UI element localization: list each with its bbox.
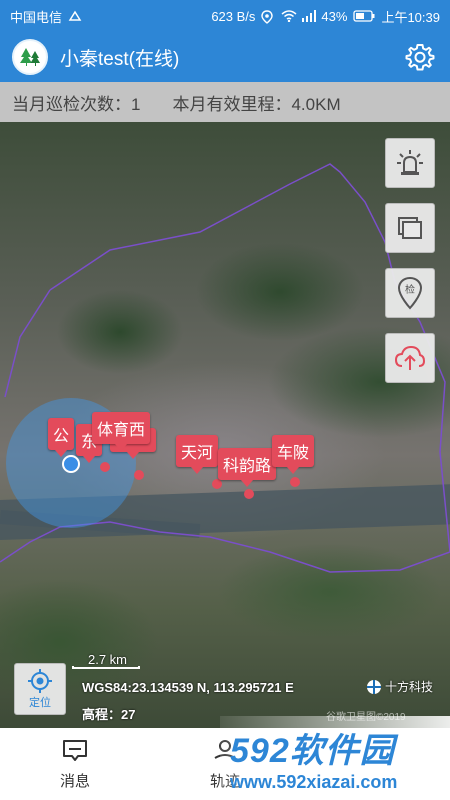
status-bar: 中国电信 623 B/s 43% 上午10:39 [0, 0, 450, 32]
watermark-url: www.592xiazai.com [230, 772, 398, 792]
marker-pin-dot [100, 462, 110, 472]
marker-pin-dot [244, 489, 254, 499]
provider-icon [367, 679, 381, 694]
scale-bar [72, 666, 140, 669]
locate-label: 定位 [29, 697, 51, 709]
signal-icon [301, 10, 317, 22]
cloud-upload-icon[interactable] [385, 333, 435, 383]
network-speed: 623 B/s [211, 8, 256, 24]
locate-button[interactable]: 定位 [14, 663, 66, 715]
station-marker[interactable]: 公 [48, 418, 75, 457]
clock: 上午10:39 [381, 9, 440, 25]
inspect-pin-icon[interactable]: 检 [385, 268, 435, 318]
gear-icon[interactable] [402, 39, 438, 75]
tab-messages[interactable]: 消息 [0, 728, 150, 800]
site-watermark: 592软件园 www.592xiazai.com [220, 716, 450, 800]
marker-pin-dot [212, 479, 222, 489]
wifi-icon [281, 10, 297, 23]
coordinates-readout: WGS84:23.134539 N, 113.295721 E [82, 680, 294, 695]
alarm-light-icon[interactable] [385, 138, 435, 188]
stats-bar: 当月巡检次数：1 本月有效里程：4.0KM [0, 82, 450, 122]
provider-logo: 十方科技 [366, 678, 433, 695]
marker-pin-dot [134, 470, 144, 480]
crosshair-icon [28, 669, 52, 693]
app-bar: 小秦test(在线) [0, 32, 450, 82]
tab-messages-label: 消息 [59, 772, 90, 790]
patrol-count: 当月巡检次数：1 [12, 94, 141, 114]
current-location-dot [62, 455, 80, 473]
monthly-mileage: 本月有效里程：4.0KM [172, 94, 341, 114]
svg-text:检: 检 [405, 283, 415, 296]
carrier-label: 中国电信 [10, 9, 63, 25]
station-marker[interactable]: 体育西 [92, 412, 151, 451]
battery-percent: 43% [321, 8, 348, 24]
location-icon [261, 10, 275, 24]
tree-logo-icon [12, 39, 48, 75]
scale-label: 2.7 km [88, 652, 128, 667]
layers-icon[interactable] [385, 203, 435, 253]
marker-pin-dot [290, 477, 300, 487]
satellite-map[interactable]: 公 东 体育西 天河 科韵路 车陂 检 2.7 km 定位 WGS84:23.1… [0, 122, 450, 728]
watermark-title: 592软件园 [230, 732, 395, 770]
app-title: 小秦test(在线) [60, 48, 180, 70]
station-marker[interactable]: 天河 [176, 435, 219, 474]
message-icon [63, 739, 87, 761]
elevation-readout: 高程：27 [82, 707, 136, 722]
provider-name: 十方科技 [385, 680, 434, 694]
notification-icon [68, 10, 82, 22]
station-marker[interactable]: 车陂 [272, 435, 315, 474]
station-marker[interactable]: 科韵路 [218, 448, 277, 487]
battery-icon [353, 10, 375, 22]
